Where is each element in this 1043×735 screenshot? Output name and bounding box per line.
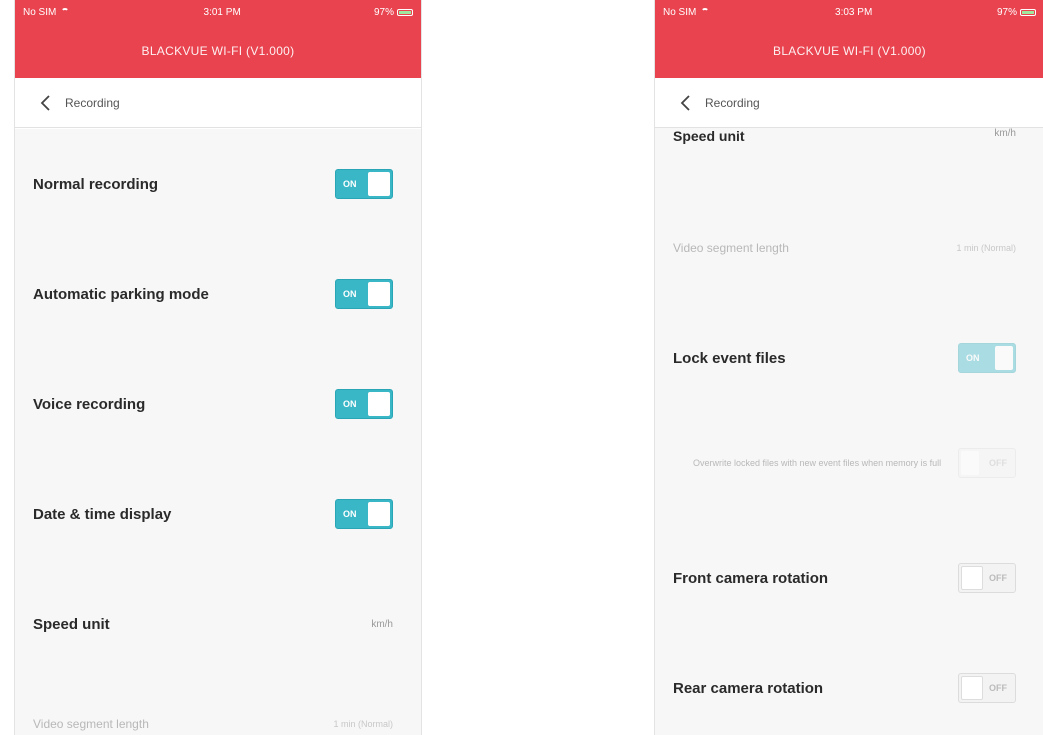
setting-label: Voice recording (33, 395, 146, 413)
setting-label: Automatic parking mode (33, 285, 209, 303)
setting-label: Speed unit (33, 615, 110, 633)
setting-label: Normal recording (33, 175, 159, 193)
battery-percent: 97% (996, 6, 1017, 18)
battery-percent: 97% (373, 6, 394, 18)
setting-rear-camera-rotation: Rear camera rotation OFF (655, 658, 1043, 718)
settings-list: Normal recording ON Automatic parking mo… (15, 129, 421, 735)
setting-label: Video segment length (673, 241, 789, 255)
setting-voice-recording: Voice recording ON (15, 374, 421, 434)
status-bar: No SIM 3:01 PM 97% (15, 0, 421, 24)
carrier-label: No SIM (663, 6, 697, 18)
setting-video-segment-length[interactable]: Video segment length 1 min (Normal) (15, 704, 421, 735)
video-segment-value: 1 min (Normal) (956, 243, 1016, 253)
nav-bar: Recording (655, 78, 1043, 128)
overwrite-locked-files-toggle[interactable]: OFF (958, 448, 1016, 478)
front-camera-rotation-toggle[interactable]: OFF (958, 563, 1016, 593)
toggle-state: ON (966, 353, 980, 363)
setting-label: Speed unit (673, 128, 745, 144)
back-chevron-icon[interactable] (675, 92, 697, 114)
setting-speed-unit[interactable]: Speed unit km/h (15, 594, 421, 654)
voice-recording-toggle[interactable]: ON (335, 389, 393, 419)
back-chevron-icon[interactable] (35, 92, 57, 114)
setting-label: Date & time display (33, 505, 172, 523)
nav-bar: Recording (15, 78, 421, 128)
carrier-label: No SIM (23, 6, 57, 18)
setting-front-camera-rotation: Front camera rotation OFF (655, 548, 1043, 608)
time-label: 3:03 PM (835, 6, 873, 18)
status-bar: No SIM 3:03 PM 97% (655, 0, 1043, 24)
setting-automatic-parking-mode: Automatic parking mode ON (15, 264, 421, 324)
nav-title: Recording (65, 95, 120, 110)
wifi-icon (700, 8, 710, 16)
setting-label: Video segment length (33, 717, 149, 731)
speed-unit-value: km/h (994, 128, 1016, 139)
date-time-display-toggle[interactable]: ON (335, 499, 393, 529)
setting-description: Overwrite locked files with new event fi… (693, 458, 942, 468)
lock-event-files-toggle[interactable]: ON (958, 343, 1016, 373)
setting-overwrite-locked-files: Overwrite locked files with new event fi… (655, 438, 1043, 488)
normal-recording-toggle[interactable]: ON (335, 169, 393, 199)
speed-unit-value: km/h (371, 618, 393, 630)
setting-lock-event-files: Lock event files ON (655, 328, 1043, 388)
app-title: BLACKVUE WI-FI (V1.000) (655, 24, 1043, 78)
phone-screen-right: No SIM 3:03 PM 97% BLACKVUE WI-FI (V1.00… (654, 0, 1043, 735)
setting-label: Front camera rotation (673, 569, 829, 587)
toggle-state: OFF (989, 683, 1007, 693)
toggle-state: OFF (989, 458, 1007, 468)
phone-screen-left: No SIM 3:01 PM 97% BLACKVUE WI-FI (V1.00… (14, 0, 422, 735)
wifi-icon (60, 8, 70, 16)
setting-date-time-display: Date & time display ON (15, 484, 421, 544)
battery-icon (1019, 8, 1036, 16)
toggle-state: OFF (989, 573, 1007, 583)
setting-label: Rear camera rotation (673, 679, 824, 697)
setting-normal-recording: Normal recording ON (15, 154, 421, 214)
automatic-parking-toggle[interactable]: ON (335, 279, 393, 309)
battery-icon (396, 8, 413, 16)
setting-video-segment-length[interactable]: Video segment length 1 min (Normal) (655, 228, 1043, 268)
nav-title: Recording (705, 95, 760, 110)
settings-list: Speed unit km/h Video segment length 1 m… (655, 128, 1043, 735)
toggle-state: ON (343, 179, 357, 189)
app-title: BLACKVUE WI-FI (V1.000) (15, 24, 421, 78)
video-segment-value: 1 min (Normal) (333, 719, 393, 729)
setting-label: Lock event files (673, 349, 786, 367)
toggle-state: ON (343, 399, 357, 409)
time-label: 3:01 PM (203, 6, 241, 18)
toggle-state: ON (343, 509, 357, 519)
toggle-state: ON (343, 289, 357, 299)
setting-speed-unit[interactable]: Speed unit km/h (655, 128, 1043, 154)
rear-camera-rotation-toggle[interactable]: OFF (958, 673, 1016, 703)
